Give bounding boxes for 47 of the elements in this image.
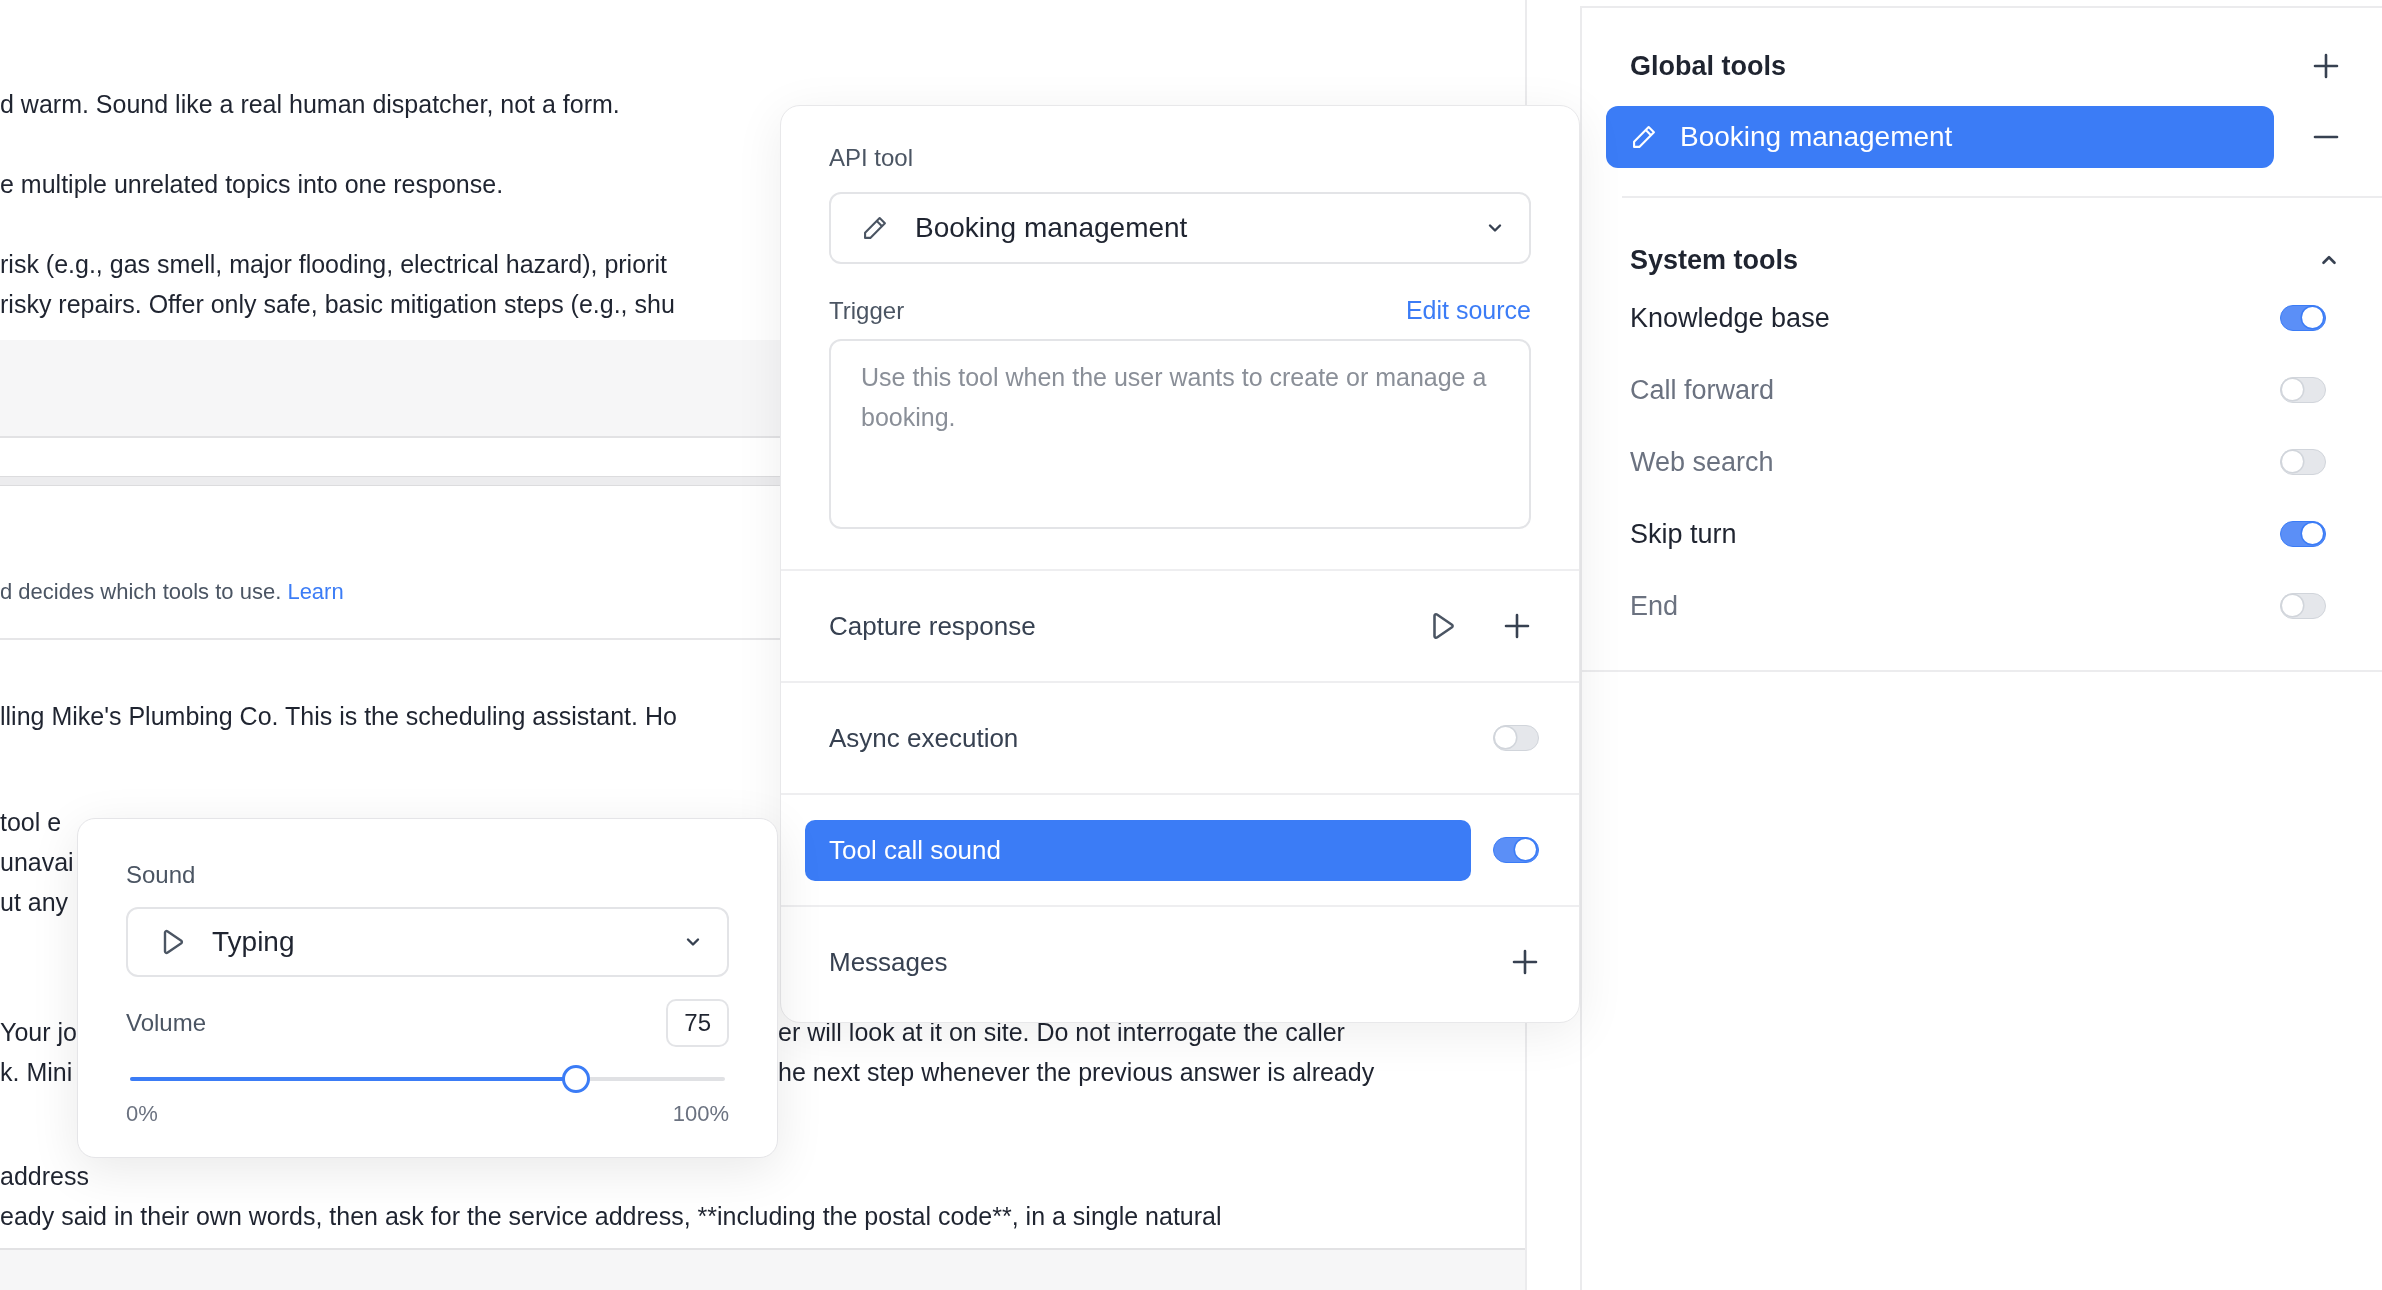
prompt-text: risk (e.g., gas smell, major flooding, electrical hazard), priorit	[0, 249, 667, 280]
toggle-switch[interactable]	[2280, 521, 2326, 547]
tool-label: Skip turn	[1630, 518, 1737, 550]
field-label: API tool	[829, 144, 915, 172]
prompt-text: address	[0, 1161, 89, 1192]
toggle-switch[interactable]	[1493, 837, 1539, 863]
prompt-text: d warm. Sound like a real human dispatcher, not a form.	[0, 89, 620, 120]
prompt-text: eady said in their own words, then ask for the service address, **including the postal code**, in a single natural	[0, 1201, 1222, 1232]
pencil-icon	[861, 214, 889, 242]
section-title: System tools	[1630, 244, 1799, 276]
tool-label: Call forward	[1630, 374, 1775, 406]
sound-select[interactable]: Typing	[126, 907, 729, 977]
volume-field[interactable]: 75	[666, 999, 729, 1047]
plus-icon[interactable]	[2312, 52, 2340, 80]
field-label: Sound	[126, 861, 197, 889]
api-tool-select[interactable]: Booking management	[829, 192, 1531, 264]
prompt-text: k. Mini	[0, 1057, 73, 1088]
scale-label: 0%	[126, 1101, 158, 1127]
section-title: Global tools	[1630, 50, 1786, 82]
prompt-text: Your jo	[0, 1017, 77, 1048]
tool-item[interactable]: Booking management	[1606, 106, 2274, 168]
scale-label: 100%	[672, 1101, 729, 1127]
tool-label: End	[1630, 590, 1679, 622]
row-label[interactable]: Async execution	[805, 707, 1471, 769]
prompt-text: er will look at it on site. Do not interrogate the caller	[778, 1017, 1345, 1048]
prompt-text: ut any	[0, 887, 69, 918]
prompt-text: unavai	[0, 847, 74, 878]
prompt-text: risky repairs. Offer only safe, basic mitigation steps (e.g., shu	[0, 289, 675, 320]
prompt-text: lling Mike's Plumbing Co. This is the scheduling assistant. Ho	[0, 701, 677, 732]
volume-slider[interactable]	[130, 1065, 725, 1093]
pencil-icon	[1630, 123, 1658, 151]
row-label[interactable]: Capture response	[805, 595, 1405, 657]
plus-icon[interactable]	[1503, 612, 1531, 640]
toggle-switch[interactable]	[2280, 305, 2326, 331]
prompt-text: he next step whenever the previous answer is already	[778, 1057, 1375, 1088]
tool-label: Knowledge base	[1630, 302, 1830, 334]
plus-icon[interactable]	[1511, 948, 1539, 976]
row-label[interactable]: Tool call sound	[805, 819, 1471, 881]
field-label: Volume	[126, 1009, 207, 1037]
trigger-field[interactable]: Use this tool when the user wants to create or manage a booking.	[829, 339, 1531, 529]
prompt-text: tool e	[0, 807, 62, 838]
prompt-text: e multiple unrelated topics into one response.	[0, 169, 504, 200]
tool-label: Web search	[1630, 446, 1774, 478]
learn-link[interactable]: Learn	[287, 579, 344, 604]
row-label[interactable]: Messages	[805, 931, 1489, 993]
edit-source-link[interactable]: Edit source	[1405, 296, 1531, 325]
field-label: Trigger	[829, 296, 905, 325]
